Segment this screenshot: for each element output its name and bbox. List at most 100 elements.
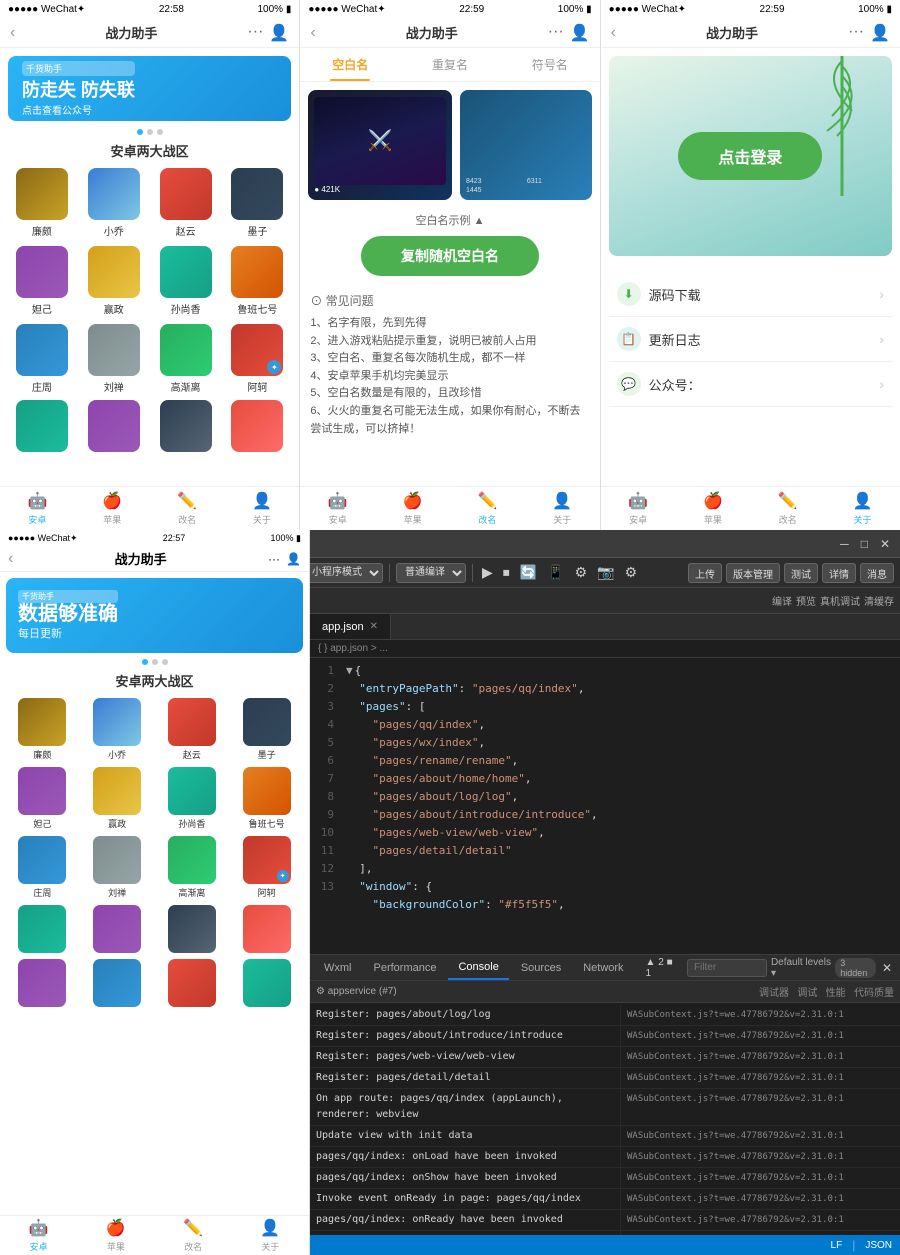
console-filter-input[interactable] xyxy=(687,959,767,977)
generate-btn[interactable]: 复制随机空白名 xyxy=(361,236,539,276)
bp-char[interactable]: 孙尚香 xyxy=(158,767,227,830)
char-item[interactable]: 廉颇 xyxy=(10,168,74,238)
bp-char[interactable] xyxy=(232,905,301,953)
more-icon-left[interactable]: ··· xyxy=(247,23,263,43)
char-item[interactable]: 高渐离 xyxy=(154,324,218,394)
bp-tab-about[interactable]: 👤 关于 xyxy=(232,1216,309,1255)
gear-icon-btn[interactable]: ⚙ xyxy=(622,563,641,582)
tab-blank-name[interactable]: 空白名 xyxy=(300,48,400,81)
bp-char[interactable]: 鲁班七号 xyxy=(232,767,301,830)
tab-about-right[interactable]: 👤 关于 xyxy=(825,487,900,530)
close-tab-icon[interactable]: ✕ xyxy=(370,621,378,632)
char-item[interactable] xyxy=(225,400,289,452)
bp-back-icon[interactable]: ‹ xyxy=(8,550,13,568)
back-icon-mid[interactable]: ‹ xyxy=(310,24,315,42)
bp-char[interactable]: 高渐离 xyxy=(158,836,227,899)
bp-tab-rename[interactable]: ✏️ 改名 xyxy=(155,1216,232,1255)
bp-char[interactable]: ✦阿轲 xyxy=(232,836,301,899)
detail-btn[interactable]: 详情 xyxy=(822,563,856,583)
tab-symbol-name[interactable]: 符号名 xyxy=(500,48,600,81)
console-close-btn[interactable]: ✕ xyxy=(878,959,896,977)
maximize-btn[interactable]: □ xyxy=(857,535,872,553)
tab-about-left[interactable]: 👤 关于 xyxy=(224,487,299,530)
close-btn[interactable]: ✕ xyxy=(876,535,894,553)
menu-item-changelog[interactable]: 📋 更新日志 › xyxy=(609,317,892,362)
bp-char[interactable]: 刘禅 xyxy=(83,836,152,899)
tab-repeat-name[interactable]: 重复名 xyxy=(400,48,500,81)
console-tab-sources[interactable]: Sources xyxy=(511,955,571,980)
bp-profile-icon[interactable]: 👤 xyxy=(286,552,301,566)
console-tab-console[interactable]: Console xyxy=(448,955,508,980)
compile-select[interactable]: 普通编译 xyxy=(396,563,466,583)
code-tab-appjson[interactable]: app.json ✕ xyxy=(310,614,391,639)
refresh-btn[interactable]: 🔄 xyxy=(517,563,540,582)
char-item[interactable]: 鲁班七号 xyxy=(225,246,289,316)
profile-icon-left[interactable]: 👤 xyxy=(269,23,289,43)
char-item[interactable] xyxy=(10,400,74,452)
login-button[interactable]: 点击登录 xyxy=(678,132,822,180)
bp-char[interactable] xyxy=(158,905,227,953)
profile-icon-right[interactable]: 👤 xyxy=(870,23,890,43)
console-tab-wxml[interactable]: Wxml xyxy=(314,955,362,980)
char-item[interactable] xyxy=(82,400,146,452)
bp-char[interactable] xyxy=(83,905,152,953)
minimize-btn[interactable]: ─ xyxy=(836,535,853,553)
bp-char[interactable]: 小乔 xyxy=(83,698,152,761)
char-item[interactable]: 小乔 xyxy=(82,168,146,238)
mode-select[interactable]: 小程序模式 xyxy=(303,563,383,583)
bp-char-extra[interactable] xyxy=(158,959,227,1007)
back-icon-right[interactable]: ‹ xyxy=(611,24,616,42)
char-item[interactable]: 刘禅 xyxy=(82,324,146,394)
version-btn[interactable]: 版本管理 xyxy=(726,563,780,583)
char-item[interactable]: 庄周 xyxy=(10,324,74,394)
bp-more-icon[interactable]: ··· xyxy=(268,552,280,566)
menu-item-download[interactable]: ⬇ 源码下载 › xyxy=(609,272,892,317)
profile-icon-mid[interactable]: 👤 xyxy=(570,23,590,43)
tab-rename-mid[interactable]: ✏️ 改名 xyxy=(450,487,525,530)
menu-item-wechat[interactable]: 💬 公众号： › xyxy=(609,362,892,407)
char-item[interactable]: 赵云 xyxy=(154,168,218,238)
settings-icon-btn[interactable]: ⚙ xyxy=(572,563,591,582)
tab-apple-left[interactable]: 🍎 苹果 xyxy=(75,487,150,530)
console-tab-perf[interactable]: Performance xyxy=(364,955,447,980)
char-item[interactable] xyxy=(154,400,218,452)
bp-char[interactable]: 赢政 xyxy=(83,767,152,830)
bp-char-extra[interactable] xyxy=(8,959,77,1007)
tab-android-mid[interactable]: 🤖 安卓 xyxy=(300,487,375,530)
back-icon-left[interactable]: ‹ xyxy=(10,24,15,42)
char-item[interactable]: ✦阿轲 xyxy=(225,324,289,394)
bp-char-extra[interactable] xyxy=(83,959,152,1007)
console-tab-network[interactable]: Network xyxy=(573,955,633,980)
stop-btn[interactable]: ⏹ xyxy=(500,563,513,582)
upload-btn[interactable]: 上传 xyxy=(688,563,722,583)
bp-char[interactable]: 妲己 xyxy=(8,767,77,830)
tab-apple-mid[interactable]: 🍎 苹果 xyxy=(375,487,450,530)
tab-android-left[interactable]: 🤖 安卓 xyxy=(0,487,75,530)
char-item[interactable]: 赢政 xyxy=(82,246,146,316)
compile-btn[interactable]: ▶ xyxy=(479,563,496,582)
tab-label: 苹果 xyxy=(103,513,121,526)
more-icon-right[interactable]: ··· xyxy=(848,23,864,43)
bp-char[interactable] xyxy=(8,905,77,953)
bp-char-extra[interactable] xyxy=(232,959,301,1007)
bp-char[interactable]: 赵云 xyxy=(158,698,227,761)
screenshot-btn[interactable]: 📷 xyxy=(594,563,617,582)
message-btn[interactable]: 消息 xyxy=(860,563,894,583)
char-item[interactable]: 妲己 xyxy=(10,246,74,316)
char-item[interactable]: 孙尚香 xyxy=(154,246,218,316)
test-btn[interactable]: 测试 xyxy=(784,563,818,583)
default-levels-label[interactable]: Default levels ▾ xyxy=(771,957,831,979)
tab-android-right[interactable]: 🤖 安卓 xyxy=(601,487,676,530)
bp-char[interactable]: 庄周 xyxy=(8,836,77,899)
bp-char[interactable]: 墨子 xyxy=(232,698,301,761)
tab-rename-right[interactable]: ✏️ 改名 xyxy=(750,487,825,530)
tab-about-mid[interactable]: 👤 关于 xyxy=(525,487,600,530)
tab-apple-right[interactable]: 🍎 苹果 xyxy=(675,487,750,530)
more-icon-mid[interactable]: ··· xyxy=(548,23,564,43)
bp-char[interactable]: 廉颇 xyxy=(8,698,77,761)
bp-tab-android[interactable]: 🤖 安卓 xyxy=(0,1216,77,1255)
bp-tab-apple[interactable]: 🍎 苹果 xyxy=(77,1216,154,1255)
tab-rename-left[interactable]: ✏️ 改名 xyxy=(150,487,225,530)
char-item[interactable]: 墨子 xyxy=(225,168,289,238)
phone-btn[interactable]: 📱 xyxy=(544,563,567,582)
